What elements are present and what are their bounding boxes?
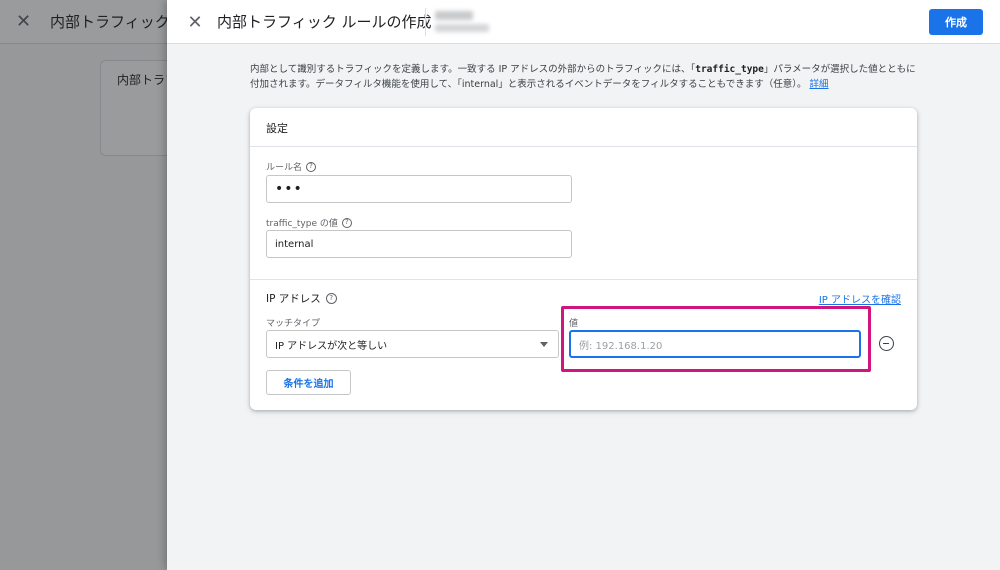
description-part1: 内部として識別するトラフィックを定義します。一致する IP アドレスの外部からの… [250, 64, 696, 75]
remove-condition-icon[interactable] [879, 336, 894, 351]
rule-name-value: ••• [275, 181, 303, 197]
settings-divider [250, 146, 917, 147]
description-text: 内部として識別するトラフィックを定義します。一致する IP アドレスの外部からの… [250, 62, 920, 92]
add-condition-button[interactable]: 条件を追加 [266, 370, 351, 395]
details-link[interactable]: 詳細 [810, 79, 829, 90]
blurred-account-name [435, 9, 491, 35]
value-label: 値 [569, 319, 579, 329]
rule-name-help-icon[interactable]: ? [306, 161, 317, 172]
traffic-type-label-text: traffic_type の値 [266, 219, 338, 229]
close-icon[interactable]: ✕ [183, 10, 207, 34]
rule-name-input[interactable]: ••• [266, 175, 572, 203]
dropdown-arrow-icon [540, 342, 548, 347]
settings-card: 設定 ルール名 ? ••• traffic_type の値 ? internal… [250, 108, 917, 410]
ip-address-title: IP アドレス ? [266, 291, 337, 306]
rule-name-label: ルール名 ? [266, 160, 317, 173]
traffic-type-code: traffic_type [695, 64, 764, 75]
match-type-value: IP アドレスが次と等しい [275, 340, 388, 352]
ip-section-divider [250, 279, 917, 280]
drawer-header: ✕ 内部トラフィック ルールの作成 作成 [167, 0, 1000, 44]
create-button[interactable]: 作成 [929, 9, 983, 35]
page-title: 内部トラフィック ルールの作成 [217, 13, 432, 31]
traffic-type-help-icon[interactable]: ? [341, 217, 352, 228]
rule-name-label-text: ルール名 [266, 163, 303, 173]
ip-value-placeholder: 例: 192.168.1.20 [579, 340, 663, 352]
header-divider [425, 8, 426, 36]
traffic-type-label: traffic_type の値 ? [266, 216, 352, 229]
match-type-select[interactable]: IP アドレスが次と等しい [266, 330, 559, 358]
match-type-label: マッチタイプ [266, 319, 321, 329]
traffic-type-input[interactable]: internal [266, 230, 572, 258]
ip-address-title-text: IP アドレス [266, 293, 321, 305]
settings-title: 設定 [266, 122, 288, 135]
ip-value-input[interactable]: 例: 192.168.1.20 [569, 330, 861, 358]
create-rule-drawer: ✕ 内部トラフィック ルールの作成 作成 内部として識別するトラフィックを定義し… [167, 0, 1000, 570]
check-ip-link[interactable]: IP アドレスを確認 [819, 291, 901, 306]
ip-address-help-icon[interactable]: ? [325, 293, 337, 304]
traffic-type-value: internal [275, 238, 314, 250]
